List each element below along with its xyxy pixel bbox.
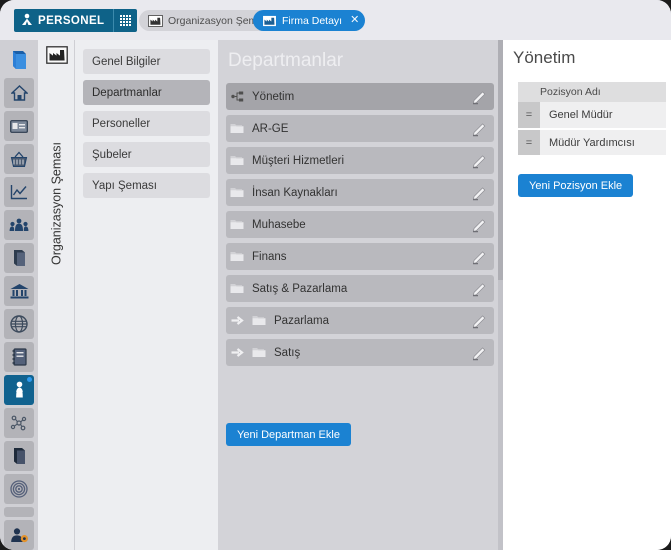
sitemap-icon bbox=[226, 91, 248, 102]
notification-badge bbox=[27, 377, 32, 382]
position-name: Müdür Yardımcısı bbox=[540, 129, 666, 157]
sidebar-item-genel-bilgiler[interactable]: Genel Bilgiler bbox=[83, 49, 210, 74]
rail-item-basket-icon[interactable] bbox=[4, 144, 34, 174]
department-label: Satış bbox=[274, 346, 301, 359]
folder-icon bbox=[226, 283, 248, 294]
folder-icon bbox=[226, 251, 248, 262]
tab-label: Firma Detayı bbox=[282, 14, 343, 27]
rail-item-people-group-icon[interactable] bbox=[4, 210, 34, 240]
pencil-edit-icon[interactable] bbox=[468, 213, 490, 235]
add-department-button[interactable]: Yeni Departman Ekle bbox=[226, 423, 351, 446]
app-logo[interactable]: PERSONEL bbox=[14, 9, 138, 32]
table-row[interactable]: Satış & Pazarlama bbox=[226, 275, 494, 302]
rail-item-target-icon[interactable] bbox=[4, 474, 34, 504]
table-row[interactable]: İnsan Kaynakları bbox=[226, 179, 494, 206]
panel-title: Yönetim bbox=[513, 48, 576, 67]
rail-item-globe-icon[interactable] bbox=[4, 309, 34, 339]
pencil-edit-icon[interactable] bbox=[468, 181, 490, 203]
rail-spacer bbox=[4, 507, 34, 517]
departments-panel: Departmanlar Yönetim AR-GE Müşteri Hizme… bbox=[218, 40, 503, 550]
rail-item-id-card-icon[interactable] bbox=[4, 111, 34, 141]
top-bar: PERSONEL Organizasyon Şeması Firma Detay… bbox=[0, 0, 671, 40]
app-window: PERSONEL Organizasyon Şeması Firma Detay… bbox=[0, 0, 671, 550]
rail-item-notebook-icon[interactable] bbox=[4, 342, 34, 372]
tab-firma-detayi[interactable]: Firma Detayı ✕ bbox=[253, 10, 366, 31]
table-row[interactable]: Pazarlama bbox=[226, 307, 494, 334]
positions-table: Pozisyon Adı = Genel Müdür = Müdür Yardı… bbox=[518, 82, 666, 157]
department-label: Pazarlama bbox=[274, 314, 329, 327]
table-row[interactable]: Müşteri Hizmetleri bbox=[226, 147, 494, 174]
pencil-edit-icon[interactable] bbox=[468, 277, 490, 299]
folder-icon bbox=[248, 315, 270, 326]
add-position-button[interactable]: Yeni Pozisyon Ekle bbox=[518, 174, 634, 197]
rail-item-network-nodes-icon[interactable] bbox=[4, 408, 34, 438]
person-icon bbox=[21, 13, 33, 29]
menu-label: Personeller bbox=[92, 117, 151, 130]
vertical-tab-strip[interactable]: Organizasyon Şeması bbox=[38, 40, 75, 550]
drag-handle-icon[interactable]: = bbox=[518, 102, 540, 130]
table-row[interactable]: Satış bbox=[226, 339, 494, 366]
pencil-edit-icon[interactable] bbox=[468, 149, 490, 171]
logo-text: PERSONEL bbox=[38, 14, 105, 27]
department-label: Yönetim bbox=[252, 90, 295, 103]
folder-icon bbox=[226, 123, 248, 134]
menu-label: Yapı Şeması bbox=[92, 179, 157, 192]
rail-item-org-people-icon[interactable] bbox=[4, 375, 34, 405]
department-label: Satış & Pazarlama bbox=[252, 282, 348, 295]
drag-handle-icon[interactable]: = bbox=[518, 129, 540, 157]
menu-label: Şubeler bbox=[92, 148, 132, 161]
page-title: Departmanlar bbox=[228, 50, 344, 71]
folder-icon bbox=[226, 219, 248, 230]
department-label: Muhasebe bbox=[252, 218, 306, 231]
rail-item-home-icon[interactable] bbox=[4, 78, 34, 108]
rail-item-user-settings-icon[interactable] bbox=[4, 520, 34, 550]
rail-item-chart-line-icon[interactable] bbox=[4, 177, 34, 207]
vertical-tab-label: Organizasyon Şeması bbox=[49, 142, 64, 266]
table-row[interactable]: = Müdür Yardımcısı bbox=[518, 129, 666, 157]
icon-rail bbox=[0, 40, 64, 550]
pencil-edit-icon[interactable] bbox=[468, 117, 490, 139]
grid-apps-icon[interactable] bbox=[113, 9, 138, 32]
sidebar-item-departmanlar[interactable]: Departmanlar bbox=[83, 80, 210, 105]
folder-icon bbox=[226, 155, 248, 166]
table-row[interactable]: Yönetim bbox=[226, 83, 494, 110]
menu-label: Departmanlar bbox=[92, 86, 162, 99]
arrow-right-icon bbox=[226, 347, 248, 358]
sidebar-item-yapi-semasi[interactable]: Yapı Şeması bbox=[83, 173, 210, 198]
pencil-edit-icon[interactable] bbox=[468, 341, 490, 363]
position-name: Genel Müdür bbox=[540, 102, 666, 130]
department-label: Müşteri Hizmetleri bbox=[252, 154, 345, 167]
table-row[interactable]: Finans bbox=[226, 243, 494, 270]
factory-icon bbox=[46, 46, 68, 64]
table-row[interactable]: Muhasebe bbox=[226, 211, 494, 238]
factory-icon bbox=[262, 14, 277, 27]
table-header-row: Pozisyon Adı bbox=[518, 82, 666, 102]
department-label: AR-GE bbox=[252, 122, 289, 135]
pencil-edit-icon[interactable] bbox=[468, 245, 490, 267]
positions-panel: Yönetim Pozisyon Adı = Genel Müdür = Müd… bbox=[503, 40, 671, 550]
arrow-right-icon bbox=[226, 315, 248, 326]
logo-brand: PERSONEL bbox=[14, 9, 114, 32]
department-label: Finans bbox=[252, 250, 287, 263]
folder-icon bbox=[226, 187, 248, 198]
menu-label: Genel Bilgiler bbox=[92, 55, 161, 68]
rail-item-book-dark-icon[interactable] bbox=[4, 441, 34, 471]
table-row[interactable]: = Genel Müdür bbox=[518, 102, 666, 130]
sub-menu-panel: Genel Bilgiler Departmanlar Personeller … bbox=[75, 40, 218, 550]
rail-item-bank-icon[interactable] bbox=[4, 276, 34, 306]
department-label: İnsan Kaynakları bbox=[252, 186, 338, 199]
rail-item-book-icon[interactable] bbox=[4, 45, 34, 75]
pencil-edit-icon[interactable] bbox=[468, 85, 490, 107]
department-list: Yönetim AR-GE Müşteri Hizmetleri İnsan K… bbox=[226, 83, 494, 371]
table-row[interactable]: AR-GE bbox=[226, 115, 494, 142]
rail-item-book-closed-icon[interactable] bbox=[4, 243, 34, 273]
column-header-pozisyon-adi: Pozisyon Adı bbox=[518, 82, 666, 102]
close-icon[interactable]: ✕ bbox=[350, 15, 359, 26]
sidebar-item-subeler[interactable]: Şubeler bbox=[83, 142, 210, 167]
factory-icon bbox=[148, 14, 163, 27]
folder-icon bbox=[248, 347, 270, 358]
pencil-edit-icon[interactable] bbox=[468, 309, 490, 331]
sidebar-item-personeller[interactable]: Personeller bbox=[83, 111, 210, 136]
